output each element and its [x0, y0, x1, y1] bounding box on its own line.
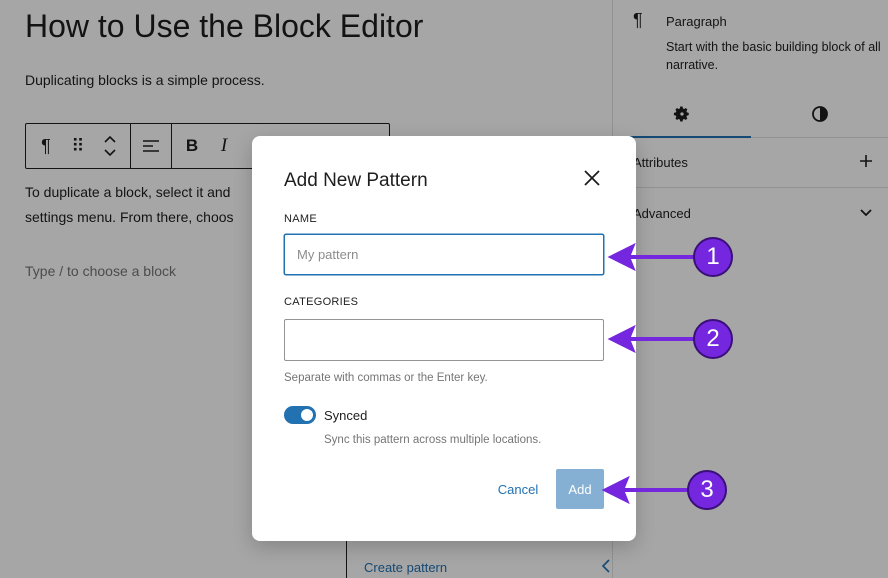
close-button[interactable] — [578, 166, 606, 194]
categories-input[interactable] — [284, 319, 604, 361]
add-pattern-modal: Add New Pattern NAME CATEGORIES Separate… — [252, 136, 636, 541]
categories-label: CATEGORIES — [284, 296, 359, 308]
add-button[interactable]: Add — [556, 469, 604, 509]
cancel-button[interactable]: Cancel — [486, 469, 550, 509]
categories-help-text: Separate with commas or the Enter key. — [284, 372, 488, 384]
synced-toggle[interactable] — [284, 406, 316, 424]
close-icon — [583, 169, 601, 192]
name-label: NAME — [284, 213, 317, 225]
synced-label: Synced — [324, 408, 368, 423]
modal-title: Add New Pattern — [284, 170, 428, 191]
synced-help-text: Sync this pattern across multiple locati… — [324, 434, 542, 446]
pattern-name-input[interactable] — [284, 234, 604, 275]
toggle-knob — [301, 409, 313, 421]
